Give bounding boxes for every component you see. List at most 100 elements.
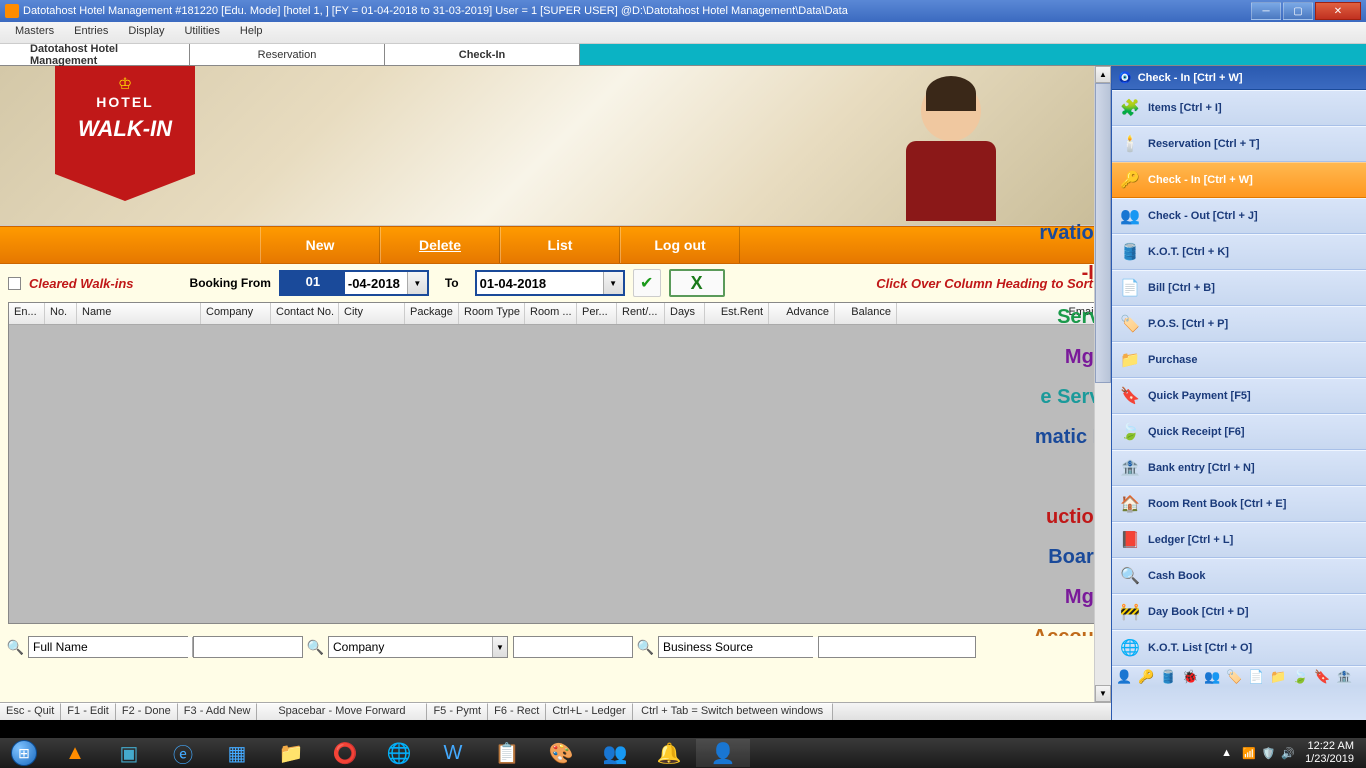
col-name[interactable]: Name [77,303,201,324]
sidebar-item-7[interactable]: 📁Purchase [1112,342,1366,378]
taskbar-ie[interactable]: ⓔ [156,739,210,767]
tray-volume-icon[interactable]: 🔊 [1281,747,1295,760]
from-date-picker[interactable]: 01 -04-2018 ▼ [279,270,429,296]
sidebar-item-2[interactable]: 🔑Check - In [Ctrl + W] [1112,162,1366,198]
quick-ctrl-tab[interactable]: Ctrl + Tab = Switch between windows [633,703,833,720]
business-source-filter-input[interactable] [818,636,976,658]
sidebar-item-8[interactable]: 🔖Quick Payment [F5] [1112,378,1366,414]
to-date-picker[interactable]: 01-04-2018 ▼ [475,270,625,296]
taskbar-vlc[interactable]: ▲ [48,739,102,767]
logout-button[interactable]: Log out [620,227,740,263]
col-package[interactable]: Package [405,303,459,324]
taskbar-app3[interactable]: 📋 [480,739,534,767]
col-no[interactable]: No. [45,303,77,324]
col-city[interactable]: City [339,303,405,324]
taskbar-app5[interactable]: 🔔 [642,739,696,767]
tray-shield-icon[interactable]: 🛡️ [1262,747,1276,760]
search-icon[interactable]: 🔍 [8,640,23,655]
quick-spacebar[interactable]: Spacebar - Move Forward [257,703,427,720]
col-estrent[interactable]: Est.Rent [705,303,769,324]
quick-f2[interactable]: F2 - Done [116,703,178,720]
sidebar-item-10[interactable]: 🏦Bank entry [Ctrl + N] [1112,450,1366,486]
mini-icon[interactable]: 🛢️ [1160,669,1176,685]
scroll-up-button[interactable]: ▲ [1095,66,1111,83]
tray-show-hidden-icon[interactable]: ▲ [1221,747,1232,759]
col-days[interactable]: Days [665,303,705,324]
chevron-down-icon[interactable]: ▼ [492,637,507,657]
delete-button[interactable]: Delete [380,227,500,263]
to-date-dropdown-icon[interactable]: ▼ [603,272,623,294]
new-button[interactable]: New [260,227,380,263]
quick-f5[interactable]: F5 - Pymt [427,703,488,720]
quick-f6[interactable]: F6 - Rect [488,703,546,720]
sidebar-item-1[interactable]: 🕯️Reservation [Ctrl + T] [1112,126,1366,162]
search-icon[interactable]: 🔍 [638,640,653,655]
mini-icon[interactable]: 🔑 [1138,669,1154,685]
fullname-filter-input[interactable] [193,636,303,658]
from-date-dropdown-icon[interactable]: ▼ [407,272,427,294]
col-balance[interactable]: Balance [835,303,897,324]
company-input[interactable] [329,637,492,657]
mini-icon[interactable]: 🏷️ [1226,669,1242,685]
start-button[interactable] [0,738,48,768]
mini-icon[interactable]: 🔖 [1314,669,1330,685]
tab-reservation[interactable]: Reservation [190,44,385,65]
minimize-button[interactable]: ─ [1251,2,1281,20]
fullname-input[interactable] [29,637,192,657]
vertical-scrollbar[interactable]: ▲ ▼ [1094,66,1111,702]
taskbar-chrome[interactable]: 🌐 [372,739,426,767]
col-roomtype[interactable]: Room Type [459,303,525,324]
sidebar-item-15[interactable]: 🌐K.O.T. List [Ctrl + O] [1112,630,1366,666]
taskbar-explorer[interactable]: 📁 [264,739,318,767]
quick-ctrl-l[interactable]: Ctrl+L - Ledger [546,703,632,720]
quick-f3[interactable]: F3 - Add New [178,703,258,720]
col-advance[interactable]: Advance [769,303,835,324]
sidebar-item-3[interactable]: 👥Check - Out [Ctrl + J] [1112,198,1366,234]
col-en[interactable]: En... [9,303,45,324]
sidebar-item-6[interactable]: 🏷️P.O.S. [Ctrl + P] [1112,306,1366,342]
company-filter-input[interactable] [513,636,633,658]
col-room[interactable]: Room ... [525,303,577,324]
mini-icon[interactable]: 🏦 [1336,669,1352,685]
taskbar-word[interactable]: W [426,739,480,767]
list-button[interactable]: List [500,227,620,263]
menu-utilities[interactable]: Utilities [174,22,229,43]
tray-network-icon[interactable]: 📶 [1242,747,1256,760]
sidebar-item-11[interactable]: 🏠Room Rent Book [Ctrl + E] [1112,486,1366,522]
company-combo[interactable]: ▼ [328,636,508,658]
mini-icon[interactable]: 👤 [1116,669,1132,685]
tab-checkin[interactable]: Check-In [385,44,580,65]
sidebar-item-5[interactable]: 📄Bill [Ctrl + B] [1112,270,1366,306]
walkins-grid[interactable]: En... No. Name Company Contact No. City … [8,302,1103,624]
quick-esc[interactable]: Esc - Quit [0,703,61,720]
taskbar-app4[interactable]: 👥 [588,739,642,767]
taskbar-app2[interactable]: ▦ [210,739,264,767]
taskbar-app1[interactable]: ▣ [102,739,156,767]
scroll-down-button[interactable]: ▼ [1095,685,1111,702]
taskbar-clock[interactable]: 12:22 AM 1/23/2019 [1305,740,1354,766]
sidebar-item-12[interactable]: 📕Ledger [Ctrl + L] [1112,522,1366,558]
fullname-combo[interactable]: ▼ [28,636,188,658]
quick-f1[interactable]: F1 - Edit [61,703,116,720]
menu-entries[interactable]: Entries [64,22,118,43]
business-source-combo[interactable]: ▼ [658,636,813,658]
sidebar-item-4[interactable]: 🛢️K.O.T. [Ctrl + K] [1112,234,1366,270]
maximize-button[interactable]: ▢ [1283,2,1313,20]
taskbar-current-app[interactable]: 👤 [696,739,750,767]
sidebar-item-9[interactable]: 🍃Quick Receipt [F6] [1112,414,1366,450]
menu-help[interactable]: Help [230,22,273,43]
col-per[interactable]: Per... [577,303,617,324]
apply-filter-button[interactable]: ✔ [633,269,661,297]
close-button[interactable]: ✕ [1315,2,1361,20]
app-tab[interactable]: Datotahost Hotel Management [0,44,190,65]
export-excel-button[interactable]: X [669,269,725,297]
scroll-thumb[interactable] [1095,83,1111,383]
menu-masters[interactable]: Masters [5,22,64,43]
business-source-input[interactable] [659,637,822,657]
search-icon[interactable]: 🔍 [308,640,323,655]
mini-icon[interactable]: 🍃 [1292,669,1308,685]
col-rent[interactable]: Rent/... [617,303,665,324]
mini-icon[interactable]: 🐞 [1182,669,1198,685]
cleared-walkins-checkbox[interactable] [8,277,21,290]
taskbar-opera[interactable]: ⭕ [318,739,372,767]
